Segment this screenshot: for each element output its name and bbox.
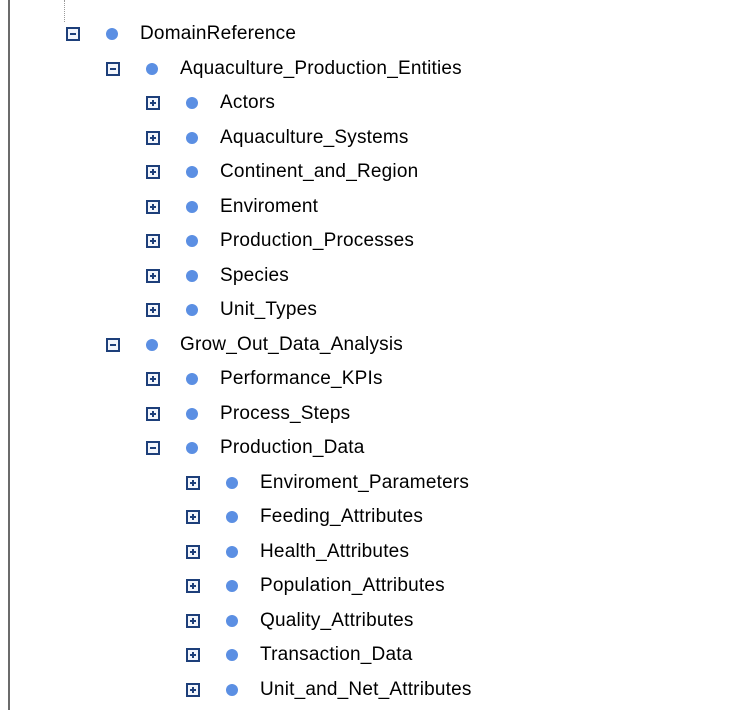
tree-node-feeding-attributes[interactable]: Feeding_Attributes: [0, 501, 736, 536]
expand-toggle-icon[interactable]: [186, 510, 200, 524]
expand-toggle-icon[interactable]: [146, 303, 160, 317]
node-dot-icon: [106, 28, 118, 40]
node-dot-icon: [186, 97, 198, 109]
tree-node-label[interactable]: DomainReference: [140, 22, 296, 46]
tree-node-label[interactable]: Unit_Types: [220, 298, 317, 322]
tree-node-label[interactable]: Enviroment: [220, 195, 318, 219]
tree-node-label[interactable]: Species: [220, 264, 289, 288]
node-dot-icon: [226, 614, 238, 627]
tree-node-label[interactable]: Aquaculture_Systems: [220, 126, 409, 150]
tree-node-label[interactable]: Transaction_Data: [260, 643, 412, 667]
tree-node-aquaculture-production-entities[interactable]: Aquaculture_Production_Entities: [0, 53, 736, 88]
node-dot-icon: [186, 373, 198, 385]
tree-node-label[interactable]: Unit_and_Net_Attributes: [260, 678, 472, 702]
tree-node-actors[interactable]: Actors: [0, 87, 736, 122]
expand-toggle-icon[interactable]: [186, 475, 200, 490]
expand-toggle-icon[interactable]: [186, 544, 200, 559]
node-dot-icon: [186, 200, 198, 213]
expand-toggle-icon[interactable]: [146, 96, 160, 110]
tree-node-unit-types[interactable]: Unit_Types: [0, 294, 736, 329]
tree-node-continent-and-region[interactable]: Continent_and_Region: [0, 156, 736, 191]
tree-node-production-processes[interactable]: Production_Processes: [0, 225, 736, 260]
node-dot-icon: [186, 269, 198, 282]
tree-node-domainreference[interactable]: DomainReference: [0, 18, 736, 53]
expand-toggle-icon[interactable]: [146, 130, 160, 145]
tree-node-species[interactable]: Species: [0, 260, 736, 295]
tree-node-production-data[interactable]: Production_Data: [0, 432, 736, 467]
tree-node-label[interactable]: Aquaculture_Production_Entities: [180, 57, 462, 81]
collapse-toggle-icon[interactable]: [106, 61, 120, 76]
tree-node-label[interactable]: Quality_Attributes: [260, 609, 414, 633]
tree-node-process-steps[interactable]: Process_Steps: [0, 398, 736, 433]
tree-node-label[interactable]: Actors: [220, 91, 275, 115]
tree-node-quality-attributes[interactable]: Quality_Attributes: [0, 605, 736, 640]
tree-node-transaction-data[interactable]: Transaction_Data: [0, 639, 736, 674]
node-dot-icon: [226, 580, 238, 592]
collapse-toggle-icon[interactable]: [146, 441, 160, 455]
node-dot-icon: [186, 407, 198, 420]
expand-toggle-icon[interactable]: [146, 234, 160, 248]
tree-node-label[interactable]: Performance_KPIs: [220, 367, 383, 391]
expand-toggle-icon[interactable]: [146, 406, 160, 421]
tree-node-unit-and-net-attributes[interactable]: Unit_and_Net_Attributes: [0, 674, 736, 709]
tree-node-label[interactable]: Continent_and_Region: [220, 160, 418, 184]
expand-toggle-icon[interactable]: [146, 372, 160, 386]
node-dot-icon: [226, 476, 238, 489]
tree-node-enviroment[interactable]: Enviroment: [0, 191, 736, 226]
collapse-toggle-icon[interactable]: [66, 27, 80, 41]
tree-node-label[interactable]: Grow_Out_Data_Analysis: [180, 333, 403, 357]
expand-toggle-icon[interactable]: [186, 648, 200, 662]
expand-toggle-icon[interactable]: [146, 165, 160, 179]
node-dot-icon: [226, 649, 238, 661]
tree-node-grow-out-data-analysis[interactable]: Grow_Out_Data_Analysis: [0, 329, 736, 364]
tree-node-enviroment-parameters[interactable]: Enviroment_Parameters: [0, 467, 736, 502]
expand-toggle-icon[interactable]: [186, 579, 200, 593]
tree-node-label[interactable]: Enviroment_Parameters: [260, 471, 469, 495]
tree-node-label[interactable]: Process_Steps: [220, 402, 350, 426]
tree-node-label[interactable]: Feeding_Attributes: [260, 505, 423, 529]
node-dot-icon: [186, 166, 198, 178]
expand-toggle-icon[interactable]: [186, 682, 200, 697]
collapse-toggle-icon[interactable]: [106, 337, 120, 352]
tree-node-label[interactable]: Health_Attributes: [260, 540, 409, 564]
tree-node-performance-kpis[interactable]: Performance_KPIs: [0, 363, 736, 398]
tree-node-label[interactable]: Production_Data: [220, 436, 365, 460]
tree-node-aquaculture-systems[interactable]: Aquaculture_Systems: [0, 122, 736, 157]
node-dot-icon: [186, 304, 198, 316]
node-dot-icon: [226, 545, 238, 558]
node-dot-icon: [186, 131, 198, 144]
node-dot-icon: [186, 235, 198, 247]
tree-node-label[interactable]: Production_Processes: [220, 229, 414, 253]
tree-view: DomainReference Aquaculture_Production_E…: [0, 18, 736, 708]
expand-toggle-icon[interactable]: [146, 199, 160, 214]
node-dot-icon: [226, 683, 238, 696]
tree-node-population-attributes[interactable]: Population_Attributes: [0, 570, 736, 605]
node-dot-icon: [226, 511, 238, 523]
expand-toggle-icon[interactable]: [146, 268, 160, 283]
node-dot-icon: [186, 442, 198, 454]
node-dot-icon: [146, 338, 158, 351]
expand-toggle-icon[interactable]: [186, 613, 200, 628]
tree-node-label[interactable]: Population_Attributes: [260, 574, 445, 598]
node-dot-icon: [146, 62, 158, 75]
tree-node-health-attributes[interactable]: Health_Attributes: [0, 536, 736, 571]
